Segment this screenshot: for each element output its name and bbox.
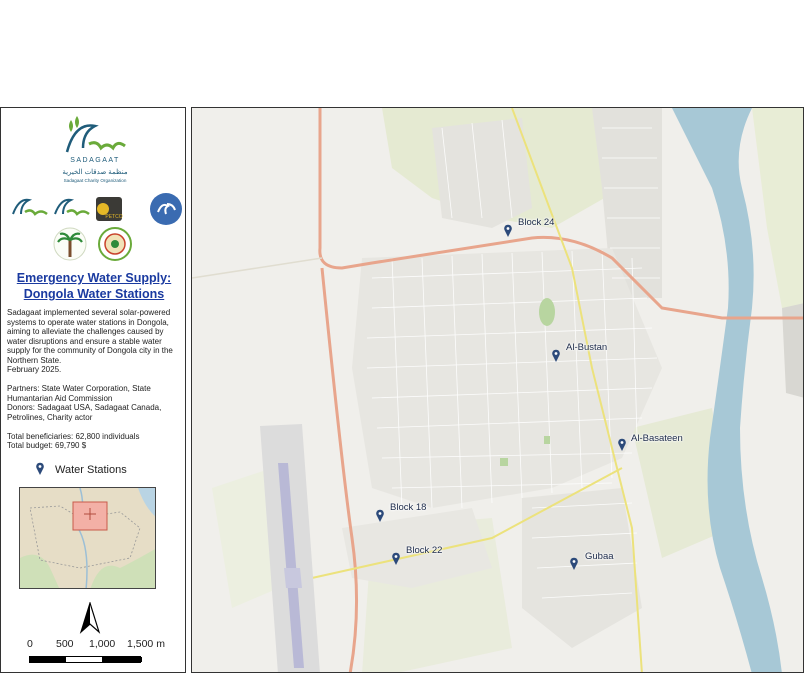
budget-text: Total budget: 69,790 $: [7, 441, 87, 450]
palm-tree-emblem-icon: [53, 227, 87, 261]
state-seal-icon: [98, 227, 132, 261]
station-label-block-24: Block 24: [518, 217, 555, 228]
inset-locator-map: [19, 487, 156, 589]
svg-text:SADAGAAT: SADAGAAT: [70, 157, 120, 164]
partner-logos-row-2: [7, 226, 183, 262]
scale-label-1500: 1,500 m: [127, 638, 165, 650]
petco-logo: PETCO: [96, 197, 123, 221]
station-marker-al-basateen[interactable]: [617, 438, 627, 452]
project-date: February 2025.: [7, 365, 62, 374]
station-label-gubaa: Gubaa: [585, 551, 614, 562]
scale-label-0: 0: [27, 638, 33, 650]
station-marker-block-18[interactable]: [375, 509, 385, 523]
title-line-1: Emergency Water Supply:: [16, 271, 172, 285]
partners-text: Partners: State Water Corporation, State…: [7, 384, 151, 403]
svg-text:منظمة صدقات الخيرية: منظمة صدقات الخيرية: [62, 168, 128, 176]
project-description: Sadagaat implemented several solar-power…: [7, 308, 173, 365]
station-label-al-bustan: Al-Bustan: [566, 342, 608, 353]
sadagaat-canada-logo: [54, 198, 90, 216]
scale-label-500: 500: [56, 638, 74, 650]
map-pin-icon: [36, 462, 44, 475]
svg-text:Sadagaat Charity Organization: Sadagaat Charity Organization: [64, 178, 127, 183]
charity-actor-logo: [150, 193, 182, 225]
map-frame[interactable]: Block 24 Al-Bustan Al-Basateen Block 18 …: [191, 107, 804, 673]
map-title: Emergency Water Supply: Dongola Water St…: [7, 270, 181, 302]
north-arrow-icon: [79, 602, 101, 634]
station-label-block-22: Block 22: [406, 545, 443, 556]
base-map: [192, 108, 803, 672]
legend-label: Water Stations: [55, 464, 127, 476]
station-label-al-basateen: Al-Basateen: [631, 433, 683, 444]
sadagaat-logo: SADAGAAT منظمة صدقات الخيرية Sadagaat Ch…: [53, 114, 137, 186]
scale-label-1000: 1,000: [89, 638, 116, 650]
title-line-2: Dongola Water Stations: [23, 287, 165, 301]
partner-logos-row-1: PETCO: [7, 190, 183, 226]
station-label-block-18: Block 18: [390, 502, 427, 513]
svg-text:PETCO: PETCO: [105, 214, 122, 220]
station-marker-block-22[interactable]: [391, 552, 401, 566]
scale-bar: [29, 656, 142, 663]
legend-water-stations: Water Stations: [35, 462, 127, 478]
station-marker-al-bustan[interactable]: [551, 349, 561, 363]
sadagaat-usa-logo: [12, 198, 48, 216]
station-marker-gubaa[interactable]: [569, 557, 579, 571]
scale-bar-labels: 0 500 1,000 1,500 m: [25, 638, 185, 652]
legend-panel: SADAGAAT منظمة صدقات الخيرية Sadagaat Ch…: [0, 107, 186, 673]
station-marker-block-24[interactable]: [503, 224, 513, 238]
donors-text: Donors: Sadagaat USA, Sadagaat Canada, P…: [7, 403, 162, 422]
